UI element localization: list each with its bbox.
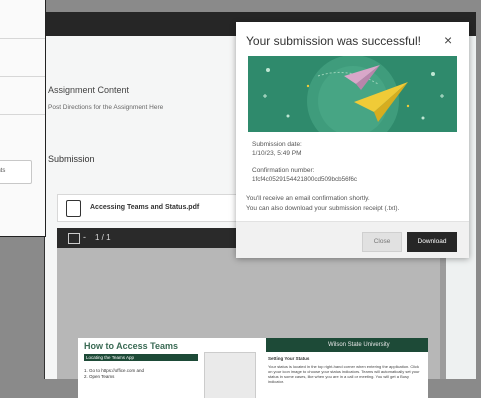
confirmation-number: 1fcf4c0529154421800cd509bcb56f6c [252,176,358,183]
doc-right-header: Setting Your Status [268,356,310,361]
submission-date-label: Submission date: [252,141,302,148]
close-icon[interactable]: × [444,33,452,47]
assignment-content-heading: Assignment Content [48,85,130,95]
toolbar-separator: - [83,232,86,242]
points-button[interactable]: ints [0,160,32,184]
doc-university-name: Wilson State University [328,342,390,348]
paper-plane-illustration [248,56,457,132]
divider [0,76,45,77]
download-button[interactable]: Download [407,232,457,252]
dialog-footer: Close Download [236,221,469,258]
submission-date: 1/10/23, 5:49 PM [252,150,302,157]
assignment-directions: Post Directions for the Assignment Here [48,104,164,111]
close-button[interactable]: Close [362,232,402,252]
submission-heading: Submission [48,154,95,164]
divider [0,38,45,39]
sidebar-toggle-icon[interactable] [68,233,80,244]
email-note: You'll receive an email confirmation sho… [246,195,370,202]
confirmation-number-label: Confirmation number: [252,167,315,174]
doc-step-2: 2. Open Teams [84,374,115,379]
file-name[interactable]: Accessing Teams and Status.pdf [90,204,199,211]
receipt-note: You can also download your submission re… [246,205,400,212]
pdf-page: How to Access Teams Locating the Teams A… [78,338,428,398]
left-window-fragment: ints [0,0,46,237]
dialog-title: Your submission was successful! [246,34,421,48]
pdf-viewer-canvas: How to Access Teams Locating the Teams A… [57,248,440,398]
submission-success-dialog: Your submission was successful! × Submis… [236,22,469,258]
scrollbar[interactable] [440,240,446,379]
points-button-label: ints [0,168,6,174]
doc-screenshot-image [204,352,256,398]
doc-title: How to Access Teams [84,341,179,351]
page-indicator: 1 / 1 [95,233,111,242]
divider [0,114,45,115]
pdf-file-icon [66,200,81,217]
doc-right-text: Your status is located in the top right-… [268,364,420,384]
banner-art [248,56,457,132]
doc-left-header: Locating the Teams App [84,354,198,361]
doc-step-1: 1. Go to https://office.com and [84,368,144,373]
